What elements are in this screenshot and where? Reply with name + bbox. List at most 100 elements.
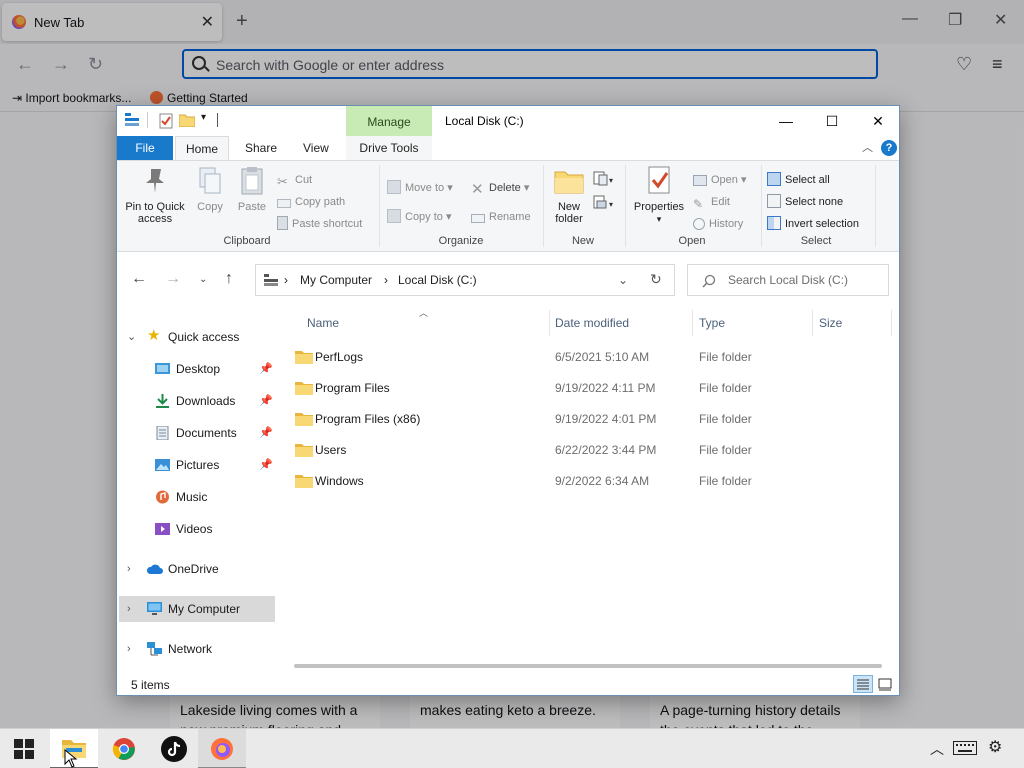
help-icon[interactable]: ? (881, 140, 897, 156)
up-icon[interactable]: ↑ (225, 270, 233, 288)
scissors-icon: ✂ (277, 174, 288, 189)
move-to-icon (387, 180, 401, 194)
sidebar-item-downloads[interactable]: Downloads 📌 (117, 388, 273, 414)
address-history-icon[interactable]: ⌄ (618, 273, 628, 287)
new-folder-quick-icon[interactable] (179, 113, 195, 127)
tab-drive-tools[interactable]: Drive Tools (346, 136, 432, 160)
star-icon: ★ (147, 327, 161, 344)
expand-chevron-icon[interactable]: › (127, 636, 131, 662)
download-icon (156, 394, 169, 408)
search-field[interactable]: Search Local Disk (C:) (687, 264, 889, 296)
documents-icon (156, 426, 169, 440)
details-view-button[interactable] (853, 675, 873, 693)
sidebar-item-pictures[interactable]: Pictures 📌 (117, 452, 273, 478)
open-button[interactable]: Open ▾ (693, 171, 747, 189)
pin-icon[interactable]: 📌 (259, 452, 273, 478)
minimize-icon[interactable]: — (763, 110, 809, 132)
rename-button[interactable]: Rename (471, 208, 531, 226)
start-button[interactable] (0, 729, 48, 768)
settings-gear-icon[interactable]: ⚙ (988, 737, 1002, 757)
refresh-icon[interactable]: ↻ (650, 271, 662, 288)
tab-file[interactable]: File (117, 136, 173, 160)
music-icon (156, 490, 169, 504)
back-icon[interactable]: ← (131, 270, 147, 288)
new-item-icon[interactable]: ▾ (593, 171, 615, 187)
tiktok-icon (161, 736, 187, 762)
taskbar-tiktok[interactable] (150, 729, 198, 768)
properties-quick-icon[interactable] (159, 113, 173, 129)
pin-to-quick-access-button[interactable]: Pin to Quick access (123, 165, 187, 225)
collapse-ribbon-icon[interactable]: ︿ (862, 139, 873, 155)
tab-share[interactable]: Share (235, 136, 287, 160)
tab-home[interactable]: Home (175, 136, 230, 160)
taskbar-file-explorer[interactable] (50, 729, 98, 768)
show-hidden-icons-icon[interactable]: ︿ (930, 739, 944, 759)
maximize-icon[interactable]: ☐ (809, 110, 855, 132)
sidebar-item-onedrive[interactable]: › OneDrive (117, 556, 273, 582)
column-header-size[interactable]: Size (819, 316, 842, 330)
copy-path-button[interactable]: Copy path (277, 193, 345, 211)
properties-button[interactable]: Properties ▾ (631, 165, 687, 225)
edit-button[interactable]: ✎ Edit (693, 193, 730, 211)
table-row[interactable]: Users 6/22/2022 3:44 PM File folder (277, 435, 897, 465)
paste-shortcut-button[interactable]: Paste shortcut (277, 215, 362, 233)
organize-group-label: Organize (438, 235, 484, 247)
table-row[interactable]: Program Files 9/19/2022 4:11 PM File fol… (277, 373, 897, 403)
table-row[interactable]: Windows 9/2/2022 6:34 AM File folder (277, 466, 897, 496)
address-bar[interactable]: › My Computer › Local Disk (C:) ⌄ ↻ (255, 264, 675, 296)
column-header-type[interactable]: Type (699, 316, 725, 330)
sidebar-item-documents[interactable]: Documents 📌 (117, 420, 273, 446)
history-button[interactable]: History (693, 215, 743, 233)
new-folder-button[interactable]: New folder (551, 165, 587, 225)
large-icons-view-button[interactable] (875, 675, 895, 693)
breadcrumb-separator[interactable]: › (384, 273, 388, 287)
breadcrumb-separator[interactable]: › (284, 273, 288, 287)
delete-button[interactable]: ✕ Delete ▾ (471, 179, 529, 197)
cut-button[interactable]: ✂ Cut (277, 171, 312, 189)
column-header-name[interactable]: Name (307, 316, 339, 330)
paste-button[interactable]: Paste (235, 165, 269, 213)
pin-icon[interactable]: 📌 (259, 356, 273, 382)
breadcrumb-local-disk[interactable]: Local Disk (C:) (398, 273, 477, 287)
recent-locations-icon[interactable]: ⌄ (199, 274, 207, 285)
sidebar-item-music[interactable]: Music (117, 484, 273, 510)
forward-icon[interactable]: → (165, 270, 181, 288)
taskbar-firefox[interactable] (198, 729, 246, 768)
new-folder-icon (554, 171, 584, 194)
new-group-label: New (571, 235, 594, 247)
select-none-button[interactable]: Select none (767, 193, 843, 211)
taskbar-chrome[interactable] (100, 729, 148, 768)
history-icon (693, 218, 705, 230)
easy-access-icon[interactable]: ▾ (593, 195, 615, 211)
customize-quick-access-icon[interactable]: ▾ (201, 112, 206, 123)
sidebar-item-network[interactable]: › Network (117, 636, 273, 662)
select-all-button[interactable]: Select all (767, 171, 830, 189)
sidebar-item-videos[interactable]: Videos (117, 516, 273, 542)
horizontal-scrollbar[interactable] (294, 664, 882, 668)
expand-chevron-icon[interactable]: › (127, 556, 131, 582)
details-view-icon (857, 679, 869, 690)
sidebar-item-desktop[interactable]: Desktop 📌 (117, 356, 273, 382)
tab-manage[interactable]: Manage (346, 106, 432, 136)
breadcrumb-my-computer[interactable]: My Computer (300, 273, 372, 287)
pin-icon (146, 169, 164, 193)
move-to-button[interactable]: Move to ▾ (387, 179, 453, 197)
open-group-label: Open (678, 235, 706, 247)
invert-selection-button[interactable]: Invert selection (767, 215, 859, 233)
mouse-cursor-icon (64, 749, 78, 768)
invert-selection-icon (767, 216, 781, 230)
sidebar-item-my-computer[interactable]: › My Computer (119, 596, 275, 622)
pin-icon[interactable]: 📌 (259, 420, 273, 446)
copy-button[interactable]: Copy (193, 165, 227, 213)
expand-chevron-icon[interactable]: › (127, 596, 131, 622)
copy-to-button[interactable]: Copy to ▾ (387, 208, 452, 226)
sidebar-item-quick-access[interactable]: ⌄ ★ Quick access (117, 324, 273, 350)
expand-chevron-icon[interactable]: ⌄ (127, 324, 136, 350)
table-row[interactable]: PerfLogs 6/5/2021 5:10 AM File folder (277, 342, 897, 372)
column-header-date-modified[interactable]: Date modified (555, 316, 629, 330)
table-row[interactable]: Program Files (x86) 9/19/2022 4:01 PM Fi… (277, 404, 897, 434)
close-icon[interactable]: ✕ (855, 110, 899, 132)
keyboard-icon[interactable] (953, 741, 977, 755)
pin-icon[interactable]: 📌 (259, 388, 273, 414)
tab-view[interactable]: View (293, 136, 339, 160)
